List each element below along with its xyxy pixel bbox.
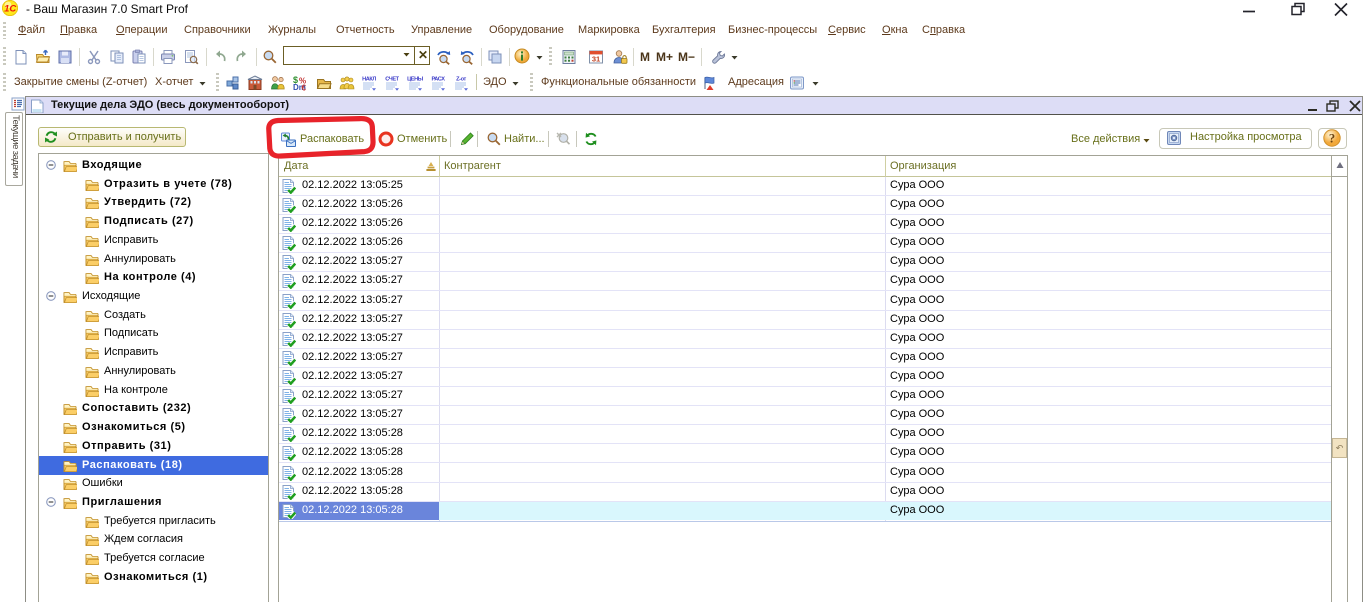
svg-text:€: € — [302, 84, 307, 92]
svg-text:СЧЕТ: СЧЕТ — [385, 77, 399, 83]
svg-text:ЦЕНЫ: ЦЕНЫ — [407, 77, 424, 83]
svg-text:31: 31 — [592, 54, 600, 63]
svg-text:НАКЛ: НАКЛ — [362, 77, 376, 83]
svg-text:?: ? — [1329, 132, 1335, 146]
svg-text:Z-от: Z-от — [456, 77, 466, 83]
svg-text:1C: 1C — [4, 4, 16, 15]
svg-text:РАСХ: РАСХ — [431, 77, 445, 83]
